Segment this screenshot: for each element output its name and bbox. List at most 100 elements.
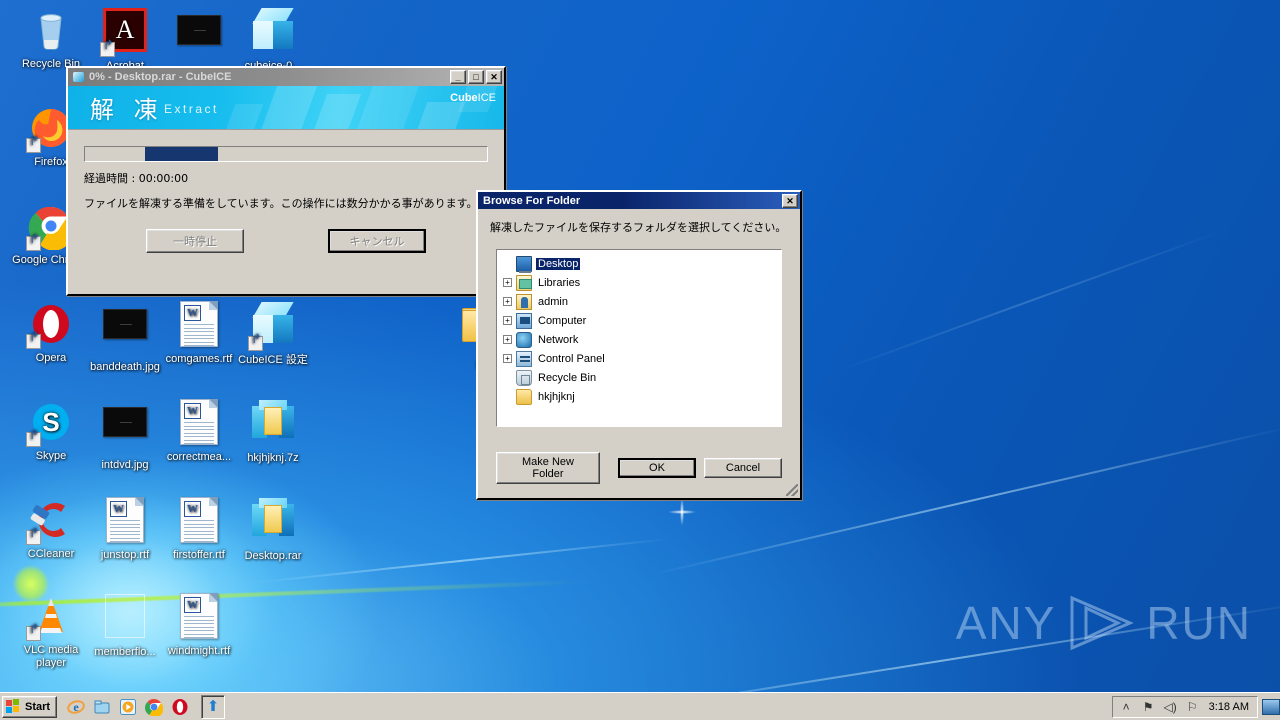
- opera-icon[interactable]: [169, 696, 191, 718]
- show-desktop-icon[interactable]: [91, 696, 113, 718]
- desktop-icon-hkjhjknj-7z[interactable]: hkjhjknj.7z: [230, 398, 316, 465]
- cubeice-extract-window[interactable]: 0% - Desktop.rar - CubeICE _ □ ✕ 解 凍 Ext…: [66, 66, 506, 296]
- browse-window-controls[interactable]: ✕: [782, 193, 798, 208]
- folder-tree[interactable]: Desktop + Libraries + admin + Computer + Network…: [496, 249, 782, 427]
- admin-icon: [516, 293, 532, 310]
- shortcut-overlay-icon: [26, 334, 41, 349]
- extract-progress-bar: [84, 146, 488, 162]
- jpgout-icon: [101, 594, 149, 642]
- close-button[interactable]: ✕: [486, 70, 502, 84]
- shortcut-overlay-icon: [248, 336, 263, 351]
- media-player-icon[interactable]: [117, 696, 139, 718]
- cubeice-titlebar[interactable]: 0% - Desktop.rar - CubeICE _ □ ✕: [68, 68, 504, 86]
- tree-item-network[interactable]: + Network: [499, 330, 779, 349]
- anyrun-watermark: ANY RUN: [956, 594, 1252, 652]
- desktop-icon-desktop-rar[interactable]: Desktop.rar: [230, 496, 316, 563]
- wallpaper-streak: [832, 228, 1228, 374]
- tree-item-computer[interactable]: + Computer: [499, 311, 779, 330]
- clock[interactable]: 3:18 AM: [1207, 701, 1251, 713]
- volume-icon[interactable]: ◁): [1163, 699, 1178, 714]
- start-button[interactable]: Start: [2, 695, 58, 718]
- desktop-icon-cubeice[interactable]: CubeICE 設定: [230, 300, 316, 367]
- cubeice-banner-heading-jp: 解 凍: [90, 96, 164, 124]
- internet-explorer-icon[interactable]: e: [65, 696, 87, 718]
- browse-footer: Make New Folder OK Cancel: [496, 452, 782, 484]
- expander-toggle-icon[interactable]: +: [503, 297, 512, 306]
- google-chrome-icon[interactable]: [143, 696, 165, 718]
- cubeice-brand: CubeICE: [450, 92, 496, 104]
- anyrun-play-logo-icon: [1070, 595, 1135, 651]
- shortcut-overlay-icon: [100, 42, 115, 57]
- watermark-any-text: ANY: [955, 597, 1057, 649]
- tree-item-desktop[interactable]: Desktop: [499, 254, 779, 273]
- desktop-icon-label: windmight.rtf: [167, 645, 231, 657]
- close-icon[interactable]: ✕: [782, 193, 798, 208]
- doc-icon: W: [175, 497, 223, 545]
- pause-button[interactable]: 一時停止: [146, 229, 244, 253]
- browse-for-folder-dialog[interactable]: Browse For Folder ✕ 解凍したファイルを保存するフォルダを選択…: [476, 190, 802, 500]
- expander-toggle-icon[interactable]: +: [503, 354, 512, 363]
- extract-status-message: ファイルを解凍する準備をしています。この操作には数分かかる事があります。: [84, 197, 478, 210]
- show-hidden-icons-icon[interactable]: ˄: [1119, 699, 1134, 714]
- archive-icon: [249, 498, 297, 546]
- cube-icon: [249, 8, 297, 56]
- libraries-icon: [516, 274, 532, 291]
- maximize-button[interactable]: □: [468, 70, 484, 84]
- desktop-icon-cubeice-0[interactable]: cubeice-0...: [230, 6, 316, 73]
- doc-icon: W: [175, 301, 223, 349]
- desktop-icon-windmight-rtf[interactable]: Wwindmight.rtf: [156, 592, 242, 658]
- tree-item-label: Recycle Bin: [538, 371, 597, 384]
- svg-text:S: S: [42, 407, 59, 437]
- cubeice-body: 経過時間 : 00:00:00 ファイルを解凍する準備をしています。この操作には…: [68, 130, 504, 253]
- action-center-icon[interactable]: ⚑: [1141, 699, 1156, 714]
- network-icon: [516, 331, 532, 348]
- doc-icon: W: [175, 593, 223, 641]
- resize-grip[interactable]: [786, 484, 798, 496]
- tree-item-recycle-bin[interactable]: Recycle Bin: [499, 368, 779, 387]
- tree-item-label: Control Panel: [538, 352, 605, 365]
- show-desktop-button[interactable]: [1262, 698, 1280, 715]
- shortcut-overlay-icon: [26, 530, 41, 545]
- expander-toggle-icon[interactable]: +: [503, 335, 512, 344]
- browse-titlebar[interactable]: Browse For Folder ✕: [478, 192, 800, 209]
- desktop-icon: [516, 255, 532, 273]
- minimize-button[interactable]: _: [450, 70, 466, 84]
- recyclebin-icon: [27, 6, 75, 54]
- browse-title-text: Browse For Folder: [483, 194, 581, 207]
- svg-text:e: e: [73, 700, 79, 714]
- cubeice-window-controls[interactable]: _ □ ✕: [450, 70, 502, 84]
- skype-icon: S: [26, 398, 75, 447]
- tree-item-libraries[interactable]: + Libraries: [499, 273, 779, 292]
- browse-prompt-text: 解凍したファイルを保存するフォルダを選択してください。: [490, 221, 787, 234]
- progress-bar-chunk: [145, 147, 218, 161]
- doc-icon: W: [101, 497, 149, 545]
- tree-item-hkjhjknj[interactable]: hkjhjknj: [499, 387, 779, 406]
- shortcut-overlay-icon: [26, 236, 41, 251]
- cubeice-banner: 解 凍 Extract CubeICE: [68, 86, 504, 130]
- cancel-button[interactable]: キャンセル: [328, 229, 426, 253]
- tree-item-control-panel[interactable]: + Control Panel: [499, 349, 779, 368]
- jpg-icon: [101, 309, 149, 357]
- windows-flag-icon: [6, 699, 21, 714]
- cubeice-brand-bold: Cube: [450, 92, 478, 104]
- system-tray[interactable]: ˄ ⚑ ◁) ⚐ 3:18 AM: [1111, 695, 1258, 718]
- desktop[interactable]: Recycle BinAAcrobatpostshaving...cubeice…: [0, 0, 1280, 720]
- expander-toggle-icon[interactable]: +: [503, 316, 512, 325]
- make-new-folder-button[interactable]: Make New Folder: [496, 452, 600, 484]
- hkjhjknj-icon: [516, 388, 532, 405]
- quick-launch-bar[interactable]: e: [65, 696, 191, 718]
- tree-item-admin[interactable]: + admin: [499, 292, 779, 311]
- tree-item-label: Network: [538, 333, 579, 346]
- taskbar[interactable]: Start e ⬆ ˄ ⚑ ◁) ⚐ 3:18 AM: [0, 692, 1280, 720]
- cubeice-brand-light: ICE: [477, 92, 496, 104]
- ok-button[interactable]: OK: [618, 458, 696, 478]
- tree-item-label: Libraries: [538, 276, 581, 289]
- expander-toggle-icon[interactable]: +: [503, 278, 512, 287]
- desktop-icon-label: hkjhjknj.7z: [247, 452, 299, 464]
- network-icon[interactable]: ⚐: [1185, 699, 1200, 714]
- cubeice-task-button[interactable]: ⬆: [201, 694, 226, 719]
- cubeice-button-row: 一時停止 キャンセル: [84, 229, 488, 253]
- desktop-icon-label: CubeICE 設定: [238, 354, 308, 366]
- expander-placeholder: [503, 392, 512, 401]
- cancel-button[interactable]: Cancel: [704, 458, 782, 478]
